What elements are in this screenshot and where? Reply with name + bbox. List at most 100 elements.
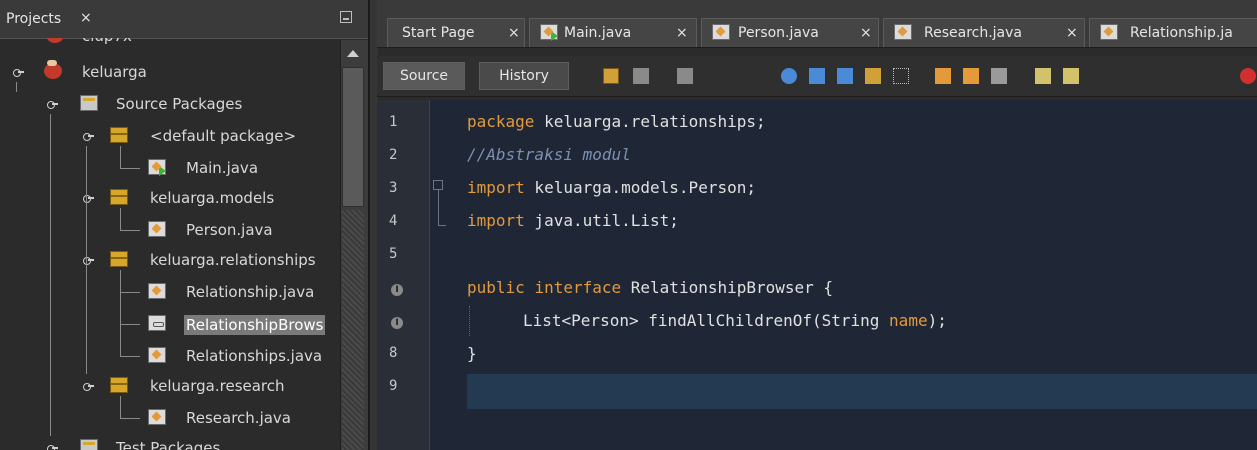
implements-marker-icon[interactable]: I [391,317,403,329]
package-label: keluarga.models [150,189,275,207]
java-main-file-icon [148,159,166,176]
tab-research-java[interactable]: Research.java × [883,18,1085,47]
project-tree[interactable]: clup7x keluarga Source Packages <default… [0,38,340,450]
projects-panel: Projects × clup7x keluarga Source Packag… [0,0,369,450]
file-label: Relationships.java [186,347,323,365]
tree-item-file[interactable]: Main.java [0,156,320,178]
previous-bookmark-icon[interactable] [935,68,951,84]
test-packages-icon [80,439,98,450]
package-icon [110,251,128,267]
project-label: keluarga [82,63,147,81]
tab-close-icon[interactable]: × [508,25,520,41]
fold-guide [438,225,446,226]
expand-icon[interactable] [10,66,24,78]
tab-close-icon[interactable]: × [860,25,872,41]
expand-icon[interactable] [44,98,58,110]
find-icon[interactable] [781,68,797,84]
expand-icon[interactable] [80,380,94,392]
tree-item-source-packages[interactable]: Source Packages [0,92,320,114]
file-label: RelationshipBrows [184,315,326,335]
scrollbar-track-area[interactable] [342,210,364,450]
tab-start-page[interactable]: Start Page × [387,18,525,47]
file-label: Research.java [186,409,291,427]
shift-left-icon[interactable] [1035,68,1051,84]
java-interface-file-icon [148,315,166,331]
expand-icon[interactable] [44,442,58,450]
tree-connector [16,82,17,92]
toggle-highlight-icon[interactable] [865,68,881,84]
tree-item-package[interactable]: <default package> [0,124,320,146]
tree-item-cut[interactable]: clup7x [0,38,320,46]
code-line-8: } [467,344,477,363]
package-label: keluarga.relationships [150,251,316,269]
code-line-1: package keluarga.relationships; [467,112,766,131]
package-icon [110,127,128,143]
source-packages-icon [80,95,98,111]
tree-item-test-packages[interactable]: Test Packages [0,436,320,450]
tree-item-file[interactable]: Research.java [0,406,320,428]
scrollbar-thumb[interactable] [342,67,364,207]
tree-connector [50,114,51,436]
projects-header: Projects × [0,0,368,39]
java-main-file-icon [540,24,558,41]
start-macro-recording-icon[interactable] [1240,68,1256,84]
indent-guide [469,306,471,336]
tab-person-java[interactable]: Person.java × [701,18,879,47]
tree-item-project[interactable]: keluarga [0,60,320,82]
editor-toolbar: Source History [377,56,1257,97]
java-file-icon [1100,24,1118,40]
tab-close-icon[interactable]: × [676,25,688,41]
source-packages-label: Source Packages [116,95,243,113]
code-editor[interactable]: 1 2 3 4 5 I I 8 9 package keluarga.relat… [377,100,1257,450]
tree-connector [86,146,87,374]
minimize-icon[interactable] [340,11,352,23]
package-icon [110,189,128,205]
fold-toggle-icon[interactable] [433,180,443,190]
implements-marker-icon[interactable]: I [391,284,403,296]
code-line-6: public interface RelationshipBrowser { [467,278,834,297]
forward-icon[interactable] [677,68,693,84]
tree-item-file[interactable]: Person.java [0,218,320,240]
toggle-bookmark-icon[interactable] [991,68,1007,84]
code-line-4: import java.util.List; [467,211,679,230]
projects-title: Projects [6,11,62,27]
java-file-icon [148,347,166,363]
tree-item-package[interactable]: keluarga.models [0,186,320,208]
projects-close-icon[interactable]: × [80,10,92,26]
back-icon[interactable] [633,68,649,84]
last-edit-icon[interactable] [603,68,619,84]
java-file-icon [148,283,166,299]
test-packages-label: Test Packages [116,439,221,450]
java-file-icon [894,24,912,40]
package-icon [110,377,128,393]
package-label: <default package> [150,127,297,145]
fold-guide [438,190,439,226]
file-label: Main.java [186,159,259,177]
editor-tabs: Start Page × Main.java × Person.java × R… [377,0,1257,48]
java-file-icon [148,409,166,425]
line-number-gutter: 1 2 3 4 5 I I 8 9 [377,100,430,450]
file-label: Person.java [186,221,273,239]
tree-item-package[interactable]: keluarga.research [0,374,320,396]
source-button[interactable]: Source [383,62,465,90]
find-next-icon[interactable] [837,68,853,84]
tree-item-file-selected[interactable]: RelationshipBrows [0,312,340,335]
find-previous-icon[interactable] [809,68,825,84]
tab-close-icon[interactable]: × [1066,25,1078,41]
file-label: Relationship.java [186,283,315,301]
current-line-highlight [467,374,1257,409]
java-file-icon [712,24,730,40]
shift-right-icon[interactable] [1063,68,1079,84]
code-line-7: List<Person> findAllChildrenOf(String na… [523,311,947,330]
tab-main-java[interactable]: Main.java × [529,18,697,47]
java-file-icon [148,221,166,237]
code-line-3: import keluarga.models.Person; [467,178,756,197]
package-label: keluarga.research [150,377,285,395]
next-bookmark-icon[interactable] [963,68,979,84]
history-button[interactable]: History [479,62,569,90]
scroll-up-arrow-icon[interactable] [345,47,361,61]
code-line-2: //Abstraksi modul [467,145,631,164]
expand-icon[interactable] [80,130,94,142]
rectangular-selection-icon[interactable] [893,68,909,84]
tab-relationship-java[interactable]: Relationship.ja [1089,18,1257,47]
